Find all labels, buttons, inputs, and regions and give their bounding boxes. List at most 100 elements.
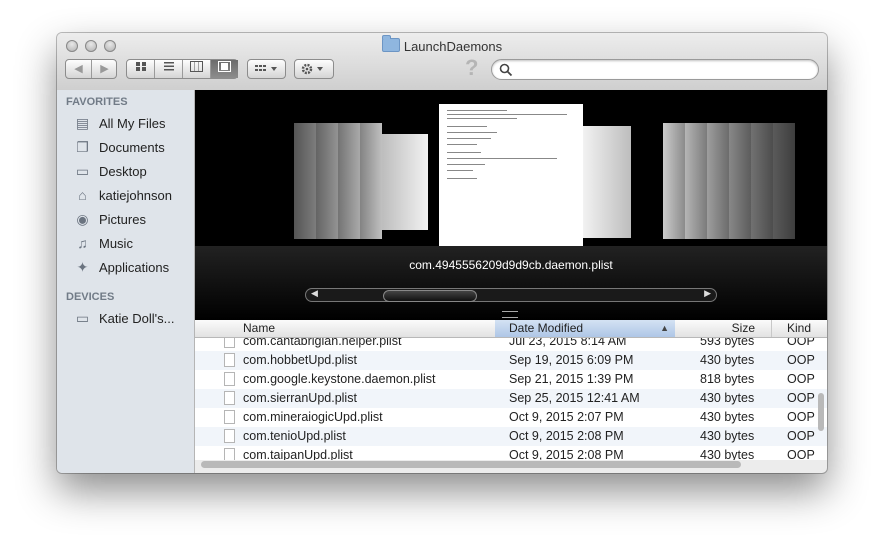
- music-icon: ♫: [77, 235, 88, 251]
- file-date: Oct 9, 2015 2:08 PM: [509, 448, 624, 460]
- applications-icon: ✦: [76, 259, 89, 275]
- file-date: Jul 23, 2015 8:14 AM: [509, 338, 627, 348]
- help-icon: ?: [465, 55, 479, 80]
- documents-icon: ❐: [76, 139, 89, 155]
- arrange-grid-icon: [254, 65, 277, 71]
- file-kind: OOP: [787, 353, 815, 367]
- desktop-icon: ▭: [75, 163, 90, 179]
- file-size: 430 bytes: [700, 410, 755, 424]
- favorites-heading: FAVORITES: [66, 96, 128, 108]
- cover-item[interactable]: [338, 123, 360, 239]
- cover-selected-document[interactable]: [439, 104, 583, 246]
- sort-ascending-icon: ▲: [660, 323, 669, 333]
- cover-item[interactable]: [729, 123, 751, 239]
- file-name: com.mineraiogicUpd.plist: [243, 410, 383, 424]
- column-view-icon: [190, 61, 203, 72]
- list-item[interactable]: com.taipanUpd.plist Oct 9, 2015 2:08 PM 43…: [195, 446, 827, 460]
- file-size: 430 bytes: [700, 353, 755, 367]
- file-kind: OOP: [787, 338, 815, 348]
- sidebar-item-desktop[interactable]: ▭ Desktop: [74, 160, 147, 182]
- cover-item[interactable]: [294, 123, 316, 239]
- sidebar-item-pictures[interactable]: ◉ Pictures: [74, 208, 146, 230]
- forward-button[interactable]: ▶: [92, 60, 117, 78]
- file-size: 430 bytes: [700, 429, 755, 443]
- arrange-button[interactable]: [247, 59, 286, 79]
- cover-item[interactable]: [773, 123, 795, 239]
- sidebar-item-documents[interactable]: ❐ Documents: [74, 136, 165, 158]
- file-name: com.hobbetUpd.plist: [243, 353, 357, 367]
- file-kind: OOP: [787, 372, 815, 386]
- sidebar-item-all-my-files[interactable]: ▤ All My Files: [74, 112, 166, 134]
- file-name: com.cantabrigian.helper.plist: [243, 338, 402, 348]
- file-name: com.google.keystone.daemon.plist: [243, 372, 436, 386]
- icon-view-icon: [135, 62, 146, 71]
- document-icon: [224, 410, 235, 424]
- sidebar-item-label: Desktop: [99, 164, 147, 179]
- cover-flow-icon: [218, 61, 231, 72]
- devices-heading: DEVICES: [66, 291, 115, 303]
- column-header-date-modified[interactable]: Date Modified ▲: [495, 320, 675, 337]
- window-title-text: LaunchDaemons: [403, 39, 503, 54]
- list-view-button[interactable]: [155, 60, 183, 78]
- sidebar-item-label: Documents: [99, 140, 165, 155]
- document-icon: [224, 372, 235, 386]
- list-item[interactable]: com.tenioUpd.plist Oct 9, 2015 2:08 PM 430…: [195, 427, 827, 446]
- vertical-scrollbar[interactable]: [818, 393, 824, 431]
- file-kind: OOP: [787, 410, 815, 424]
- cover-flow-scrollbar[interactable]: ◀ ▶: [305, 288, 717, 302]
- column-header-kind[interactable]: Kind: [787, 320, 827, 337]
- file-date: Sep 19, 2015 6:09 PM: [509, 353, 634, 367]
- cover-item[interactable]: [707, 123, 729, 239]
- gear-icon: [301, 63, 323, 75]
- icon-view-button[interactable]: [127, 60, 155, 78]
- list-item[interactable]: com.cantabrigian.helper.plist Jul 23, 201…: [195, 338, 827, 351]
- sidebar-item-applications[interactable]: ✦ Applications: [74, 256, 169, 278]
- cover-item[interactable]: [316, 123, 338, 239]
- cover-flow-scroll-thumb[interactable]: [383, 290, 477, 302]
- cover-flow-pane[interactable]: com.4945556209d9d9cb.daemon.plist ◀ ▶: [195, 90, 827, 320]
- all-files-icon: ▤: [75, 115, 90, 131]
- cover-item[interactable]: [360, 123, 382, 239]
- column-header-name[interactable]: Name: [243, 320, 493, 337]
- file-kind: OOP: [787, 391, 815, 405]
- pane-resize-handle[interactable]: [502, 311, 518, 318]
- file-name: com.tenioUpd.plist: [243, 429, 346, 443]
- action-button[interactable]: [294, 59, 334, 79]
- cover-item[interactable]: [751, 123, 773, 239]
- file-name: com.sierranUpd.plist: [243, 391, 357, 405]
- file-size: 593 bytes: [700, 338, 755, 348]
- list-view-icon: [163, 62, 174, 71]
- camera-icon: ◉: [76, 211, 89, 227]
- search-input[interactable]: [491, 59, 819, 80]
- scroll-right-arrow-icon[interactable]: ▶: [704, 288, 711, 299]
- sidebar-item-home[interactable]: ⌂ katiejohnson: [74, 184, 172, 206]
- cover-item[interactable]: [382, 134, 428, 230]
- back-button[interactable]: ◀: [66, 60, 92, 78]
- document-icon: [224, 353, 235, 367]
- sidebar-item-computer[interactable]: ▭ Katie Doll's...: [74, 307, 175, 329]
- cover-item[interactable]: [685, 123, 707, 239]
- sidebar-item-music[interactable]: ♫ Music: [74, 232, 133, 254]
- list-item[interactable]: com.sierranUpd.plist Sep 25, 2015 12:41 A…: [195, 389, 827, 408]
- sidebar-item-label: katiejohnson: [99, 188, 172, 203]
- list-item[interactable]: com.google.keystone.daemon.plist Sep 21, …: [195, 370, 827, 389]
- file-date: Oct 9, 2015 2:07 PM: [509, 410, 624, 424]
- column-view-button[interactable]: [183, 60, 211, 78]
- horizontal-scrollbar[interactable]: [201, 461, 741, 468]
- file-size: 430 bytes: [700, 391, 755, 405]
- list-header: Name Date Modified ▲ Size Kind: [195, 320, 827, 338]
- list-item[interactable]: com.hobbetUpd.plist Sep 19, 2015 6:09 PM 4…: [195, 351, 827, 370]
- scroll-left-arrow-icon[interactable]: ◀: [311, 288, 318, 299]
- cover-item[interactable]: [663, 123, 685, 239]
- document-icon: [224, 391, 235, 405]
- cover-item[interactable]: [583, 126, 631, 238]
- window-title: LaunchDaemons: [57, 35, 827, 54]
- document-icon: [224, 429, 235, 443]
- list-item[interactable]: com.mineraiogicUpd.plist Oct 9, 2015 2:07…: [195, 408, 827, 427]
- file-date: Oct 9, 2015 2:08 PM: [509, 429, 624, 443]
- cover-flow-view-button[interactable]: [211, 60, 238, 78]
- sidebar: FAVORITES ▤ All My Files ❐ Documents ▭ Desk…: [57, 90, 195, 473]
- sidebar-item-label: Music: [99, 236, 133, 251]
- column-header-size[interactable]: Size: [677, 320, 772, 337]
- file-name: com.taipanUpd.plist: [243, 448, 353, 460]
